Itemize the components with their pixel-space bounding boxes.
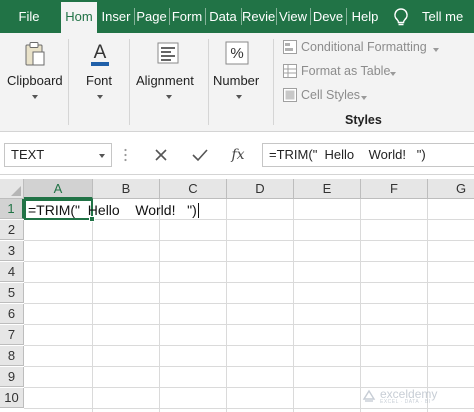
- cell-a1-content: =TRIM(" Hello World! "): [28, 202, 197, 218]
- excel-window: File Hom Inser Page Form Data Revie View…: [0, 0, 474, 412]
- chevron-down-icon: [32, 95, 38, 99]
- tab-file[interactable]: File: [0, 0, 58, 33]
- clipboard-label: Clipboard: [7, 73, 63, 88]
- alignment-group[interactable]: Alignment: [130, 33, 208, 132]
- row-header-2[interactable]: 2: [0, 220, 24, 240]
- ribbon-tab-bar: File Hom Inser Page Form Data Revie View…: [0, 0, 474, 33]
- format-as-table-icon: [283, 64, 297, 78]
- cell-styles-button[interactable]: Cell Styles: [283, 86, 453, 106]
- row-header-10[interactable]: 10: [0, 388, 24, 408]
- tab-insert[interactable]: Inser: [99, 0, 133, 33]
- tab-data[interactable]: Data: [206, 0, 240, 33]
- enter-checkmark-icon[interactable]: [189, 143, 211, 167]
- chevron-down-icon: [99, 154, 105, 158]
- formula-bar: TEXT fx =TRIM(" Hello World! "): [0, 133, 474, 175]
- formula-input[interactable]: =TRIM(" Hello World! "): [262, 143, 474, 167]
- format-as-table-button[interactable]: Format as Table: [283, 62, 453, 82]
- worksheet-grid[interactable]: A B C D E F G 1 2 3 4 5 6 7 8 9 10 =TRIM…: [0, 179, 474, 412]
- tab-home[interactable]: Hom: [61, 2, 97, 33]
- conditional-formatting-button[interactable]: Conditional Formatting: [283, 38, 453, 58]
- percent-icon: %: [225, 41, 249, 65]
- font-color-icon: A: [91, 42, 109, 66]
- row-header-4[interactable]: 4: [0, 262, 24, 282]
- column-header-c[interactable]: C: [160, 179, 227, 199]
- conditional-formatting-icon: [283, 40, 297, 54]
- group-separator: [273, 39, 274, 125]
- text-cursor: [198, 203, 199, 218]
- cell-styles-icon: [283, 88, 297, 102]
- watermark-logo: exceldemy EXCEL · DATA · BI: [362, 387, 462, 407]
- cell-styles-label: Cell Styles: [301, 88, 361, 102]
- home-ribbon: Clipboard A Font Alignment % Number Cond…: [0, 33, 474, 132]
- tell-me-search[interactable]: Tell me: [418, 0, 474, 33]
- column-header-f[interactable]: F: [361, 179, 428, 199]
- insert-function-icon[interactable]: fx: [227, 143, 249, 167]
- column-header-d[interactable]: D: [227, 179, 294, 199]
- watermark-tagline: EXCEL · DATA · BI: [380, 399, 431, 405]
- alignment-label: Alignment: [136, 73, 194, 88]
- percent-glyph: %: [230, 45, 243, 62]
- tab-view[interactable]: View: [277, 0, 309, 33]
- row-header-3[interactable]: 3: [0, 241, 24, 261]
- column-header-a[interactable]: A: [24, 179, 93, 199]
- tab-page-layout[interactable]: Page: [135, 0, 168, 33]
- align-icon: [157, 42, 179, 64]
- row-header-7[interactable]: 7: [0, 325, 24, 345]
- clipboard-group[interactable]: Clipboard: [0, 33, 68, 132]
- tab-review[interactable]: Revie: [242, 0, 275, 33]
- row-header-8[interactable]: 8: [0, 346, 24, 366]
- font-icon-glyph: A: [94, 42, 107, 63]
- conditional-formatting-label: Conditional Formatting: [301, 40, 427, 54]
- column-header-b[interactable]: B: [93, 179, 160, 199]
- select-all-button[interactable]: [0, 179, 24, 199]
- tab-formulas[interactable]: Form: [170, 0, 204, 33]
- chevron-down-icon: [433, 48, 439, 52]
- tab-help[interactable]: Help: [347, 0, 383, 33]
- select-all-triangle-icon: [11, 186, 21, 196]
- row-header-9[interactable]: 9: [0, 367, 24, 387]
- row-header-6[interactable]: 6: [0, 304, 24, 324]
- vertical-dots-icon: [124, 148, 127, 162]
- chevron-down-icon: [390, 72, 396, 76]
- chevron-down-icon: [166, 95, 172, 99]
- font-label: Font: [86, 73, 113, 88]
- format-as-table-label: Format as Table: [301, 64, 391, 78]
- paste-icon: [25, 42, 45, 66]
- column-header-e[interactable]: E: [294, 179, 361, 199]
- font-group[interactable]: A Font: [69, 33, 129, 132]
- row-header-5[interactable]: 5: [0, 283, 24, 303]
- name-box[interactable]: TEXT: [4, 143, 112, 167]
- column-header-g[interactable]: G: [428, 179, 474, 199]
- chevron-down-icon: [236, 95, 242, 99]
- cell-gridlines: [24, 199, 474, 412]
- chevron-down-icon: [361, 96, 367, 100]
- name-box-value: TEXT: [11, 147, 45, 162]
- exceldemy-logo-icon: [362, 389, 376, 402]
- chevron-down-icon: [97, 95, 103, 99]
- cancel-icon[interactable]: [150, 143, 172, 167]
- tab-developer[interactable]: Deve: [311, 0, 345, 33]
- styles-group-label: Styles: [345, 113, 382, 127]
- row-header-1[interactable]: 1: [0, 199, 24, 219]
- lightbulb-icon[interactable]: [390, 6, 412, 28]
- number-label: Number: [213, 73, 260, 88]
- number-group[interactable]: % Number: [209, 33, 270, 132]
